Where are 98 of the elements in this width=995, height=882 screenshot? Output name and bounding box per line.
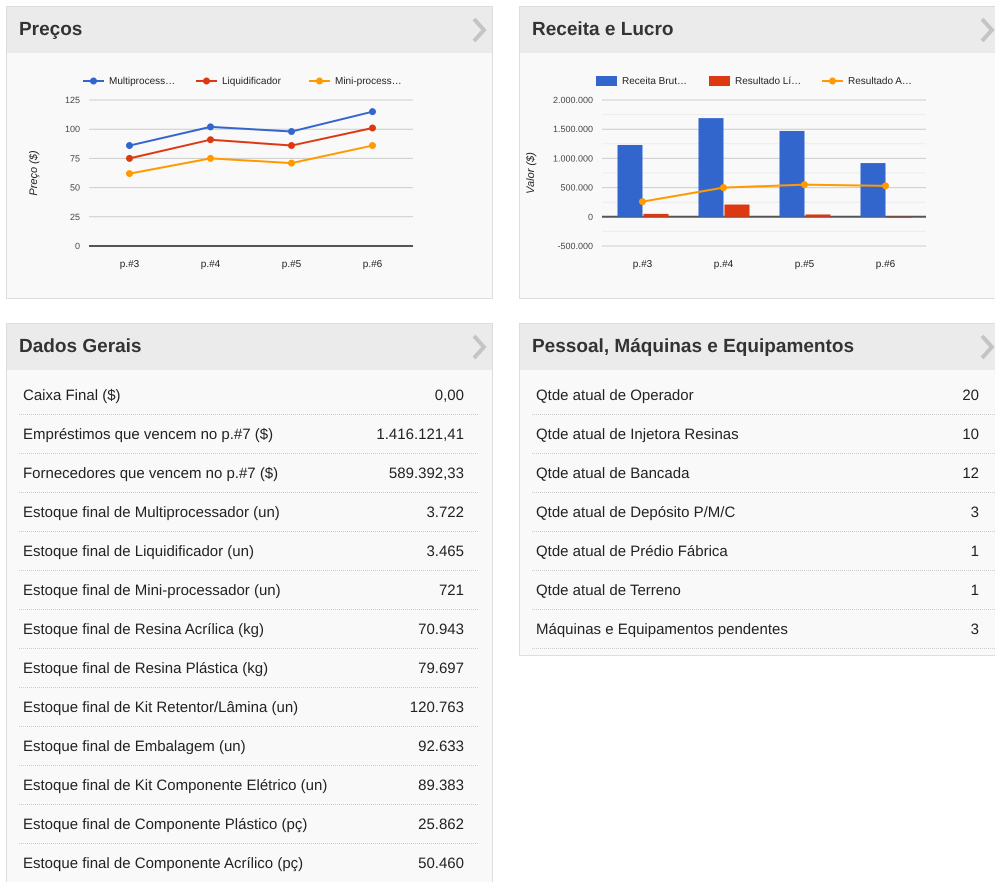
row-value: 70.943 [418, 620, 464, 638]
legend-swatch [709, 76, 730, 86]
legend-swatch [596, 76, 617, 86]
chevron-right-icon[interactable] [471, 17, 487, 43]
row-value: 50.460 [418, 854, 464, 872]
point [369, 108, 376, 116]
legend-swatch [822, 78, 843, 84]
row-value: 25.862 [418, 816, 464, 832]
point [207, 154, 214, 162]
point [126, 142, 133, 150]
point [207, 136, 214, 144]
row-value: 1 [970, 542, 979, 560]
axis-tick-label: 50 [70, 182, 80, 193]
row-value: 12 [962, 464, 979, 482]
row-value: 89.383 [418, 776, 464, 794]
point [369, 124, 376, 132]
panel-title: Receita e Lucro [532, 19, 674, 41]
row-value: 10 [962, 426, 979, 442]
axis-title: Preço ($) [28, 150, 40, 196]
legend-label: Multiprocess… [109, 76, 176, 87]
row-value: 3.722 [426, 504, 464, 520]
point [207, 123, 214, 130]
row-label: Qtde atual de Injetora Resinas [536, 426, 739, 442]
legend-label: Resultado A… [848, 76, 912, 87]
point [288, 128, 295, 136]
row-label: Fornecedores que vencem no p.#7 ($) [23, 464, 278, 482]
axis-tick-label: 100 [64, 124, 80, 134]
row-label: Estoque final de Resina Acrílica (kg) [23, 620, 264, 638]
panel-title: Pessoal, Máquinas e Equipamentos [532, 336, 854, 358]
point [288, 142, 295, 150]
row-value: 20 [962, 386, 979, 404]
axis-tick-label: 1.000.000 [552, 153, 593, 164]
row-value: 92.633 [418, 738, 464, 754]
legend-label: Receita Brut… [622, 76, 688, 87]
axis-tick-label: 2.000.000 [552, 95, 593, 105]
row-label: Estoque final de Resina Plástica (kg) [23, 660, 268, 676]
row-label: Qtde atual de Operador [536, 386, 694, 404]
axis-tick-label: 125 [64, 95, 80, 105]
row-value: 3 [970, 504, 979, 520]
axis-tick-label: p.#4 [200, 259, 220, 270]
row-label: Caixa Final ($) [23, 386, 121, 404]
axis-tick-label: 500.000 [560, 182, 593, 193]
row-value: 0,00 [434, 386, 464, 404]
point [369, 142, 376, 150]
row-label: Estoque final de Liquidificador (un) [23, 542, 254, 560]
row-label: Estoque final de Embalagem (un) [23, 738, 246, 754]
row-label: Qtde atual de Depósito P/M/C [536, 504, 736, 520]
legend-label: Mini-process… [335, 76, 402, 87]
axis-tick-label: -500.000 [557, 241, 593, 251]
axis-tick-label: 0 [74, 241, 80, 251]
legend-label: Resultado Lí… [735, 76, 802, 87]
row-value: 589.392,33 [388, 464, 464, 482]
axis-tick-label: 0 [588, 212, 593, 222]
point [639, 198, 646, 206]
row-label: Empréstimos que vencem no p.#7 ($) [23, 426, 274, 442]
axis-tick-label: 1.500.000 [552, 124, 593, 134]
row-label: Estoque final de Mini-processador (un) [23, 582, 281, 598]
row-label: Máquinas e Equipamentos pendentes [536, 620, 788, 638]
row-value: 1 [970, 582, 979, 598]
point [126, 170, 133, 178]
row-label: Estoque final de Componente Plástico (pç) [23, 816, 308, 832]
row-label: Estoque final de Componente Acrílico (pç) [23, 854, 304, 872]
row-label: Qtde atual de Terreno [536, 582, 681, 598]
row-label: Qtde atual de Bancada [536, 464, 690, 482]
panel-title: Dados Gerais [19, 336, 142, 358]
legend-label: Liquidificador [222, 76, 281, 87]
point [288, 160, 295, 167]
row-label: Estoque final de Kit Componente Elétrico (un) [23, 776, 328, 794]
axis-tick-label: p.#4 [714, 259, 734, 270]
point [126, 154, 133, 162]
axis-tick-label: p.#5 [282, 259, 302, 270]
row-value: 3 [970, 620, 979, 638]
point [801, 181, 808, 188]
axis-tick-label: p.#5 [794, 259, 814, 270]
point [882, 182, 889, 190]
axis-title: Valor ($) [525, 152, 537, 194]
chevron-right-icon[interactable] [979, 334, 995, 360]
row-value: 721 [438, 582, 464, 598]
axis-tick-label: 25 [70, 212, 80, 222]
legend-swatch [309, 78, 330, 84]
legend-swatch [83, 78, 104, 84]
axis-tick-label: p.#6 [876, 259, 896, 270]
axis-tick-label: p.#3 [120, 259, 140, 270]
row-label: Estoque final de Multiprocessador (un) [23, 504, 280, 520]
row-label: Qtde atual de Prédio Fábrica [536, 542, 728, 560]
row-value: 120.763 [410, 698, 464, 716]
panel-title: Preços [19, 19, 82, 41]
row-value: 3.465 [426, 542, 464, 560]
row-value: 79.697 [418, 660, 464, 676]
row-label: Estoque final de Kit Retentor/Lâmina (un) [23, 698, 298, 716]
axis-tick-label: p.#6 [362, 259, 382, 270]
point [720, 184, 727, 192]
axis-tick-label: 75 [70, 153, 80, 164]
chevron-right-icon[interactable] [471, 334, 487, 360]
axis-tick-label: p.#3 [632, 259, 652, 270]
legend-swatch [196, 78, 217, 84]
chevron-right-icon[interactable] [979, 17, 995, 43]
row-value: 1.416.121,41 [376, 426, 464, 442]
